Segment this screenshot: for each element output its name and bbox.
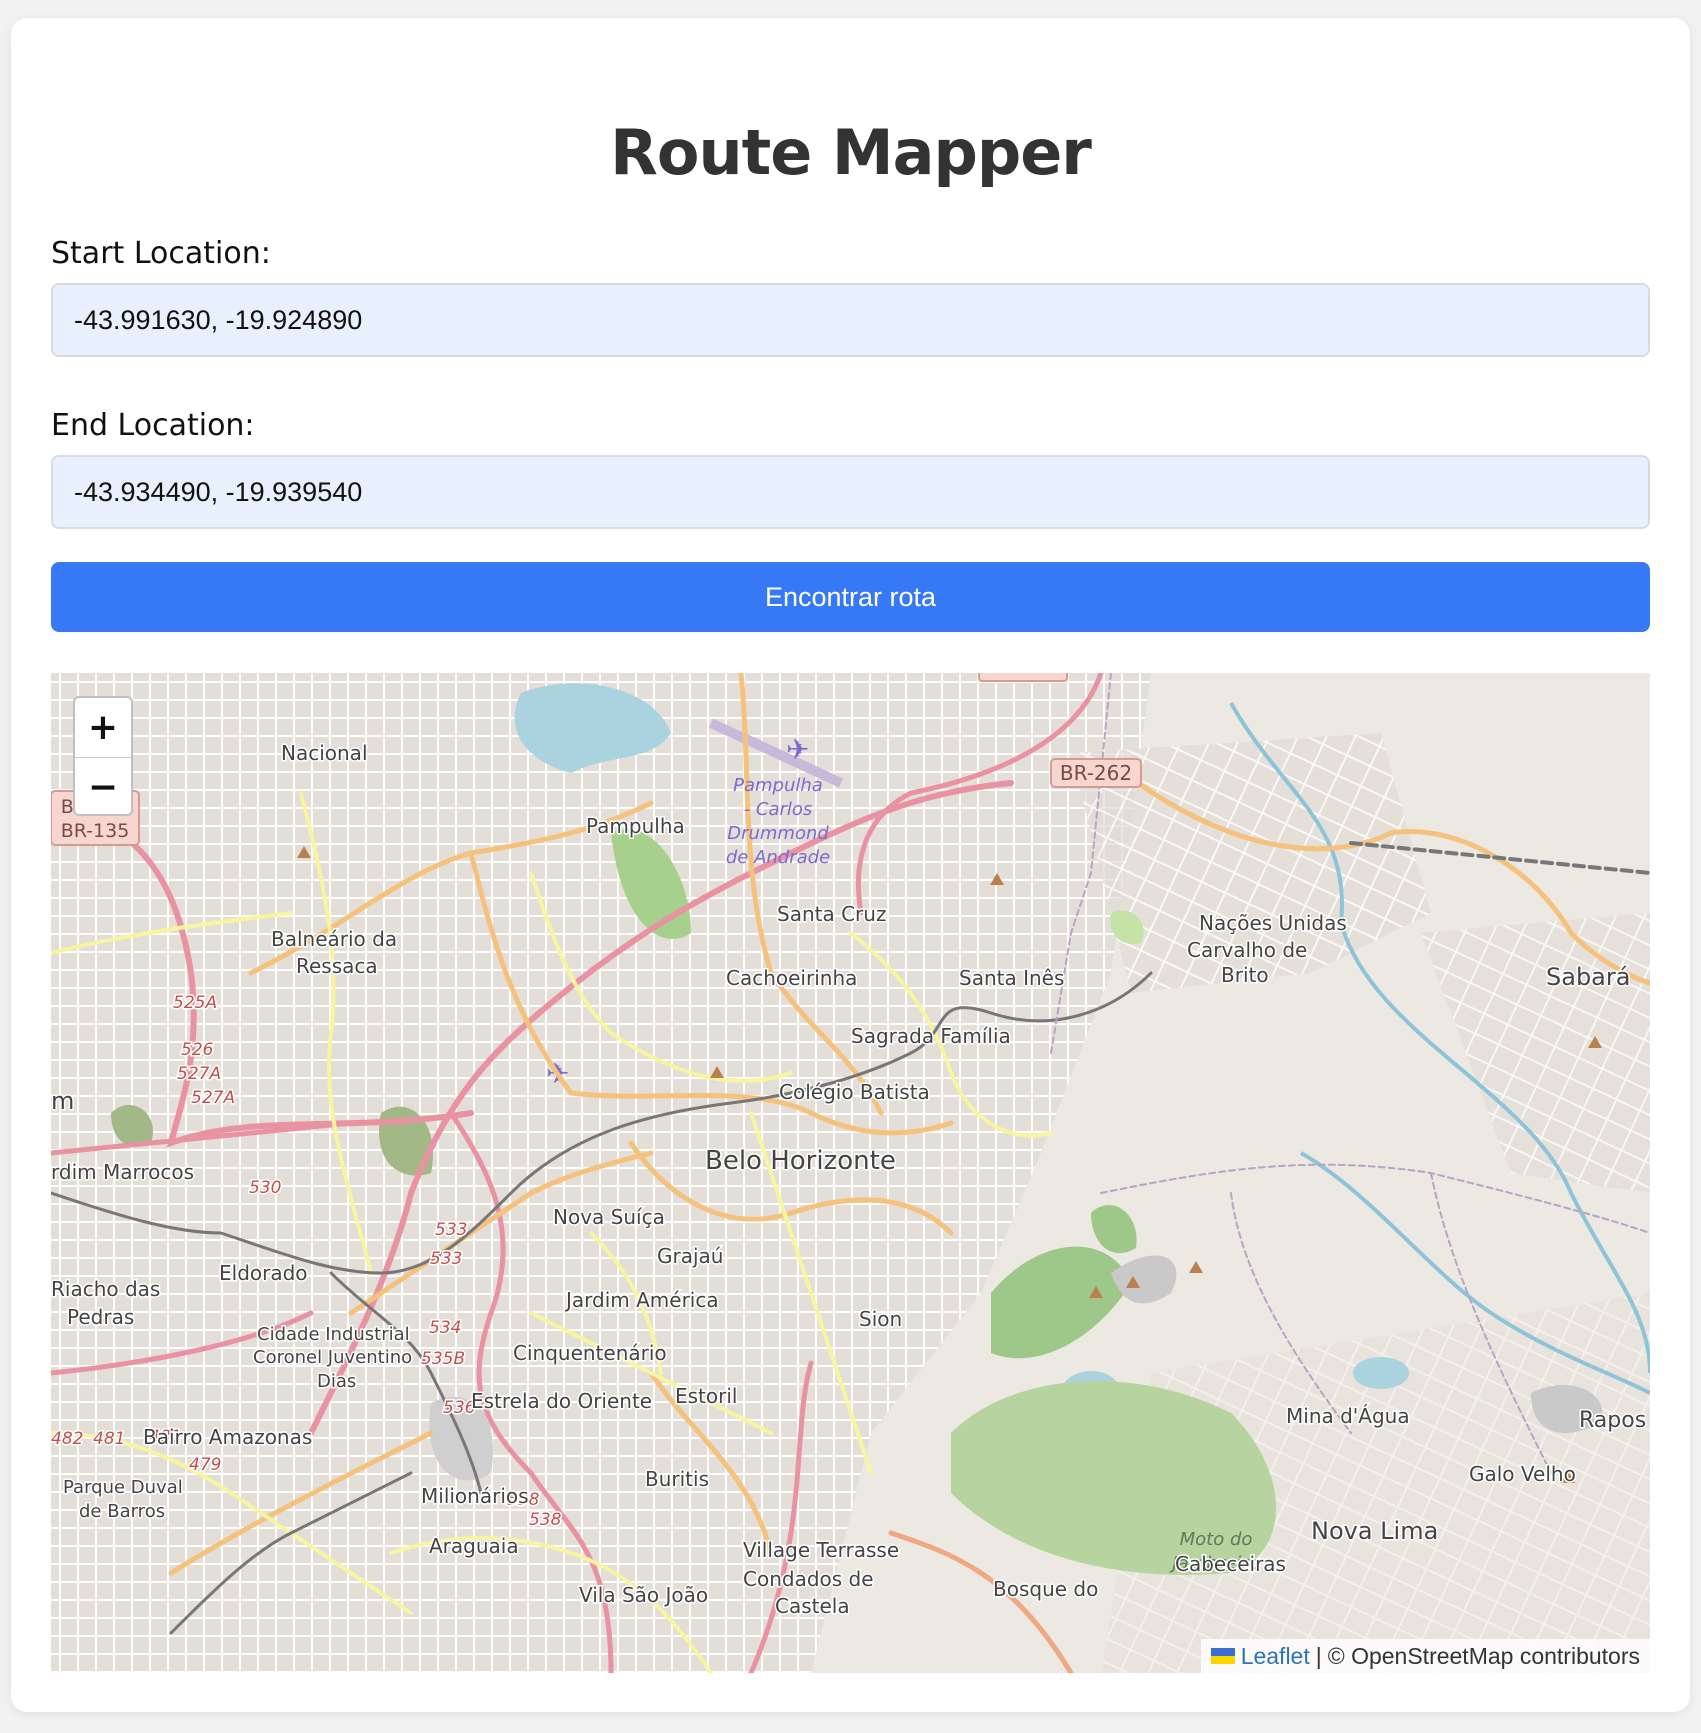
find-route-button[interactable]: Encontrar rota [51, 562, 1650, 632]
route-mapper-card: Route Mapper Start Location: End Locatio… [11, 18, 1690, 1712]
place-cidade-3: Dias [317, 1371, 356, 1392]
place-m: m [51, 1087, 74, 1115]
place-belo-horizonte: Belo Horizonte [705, 1146, 896, 1176]
route-533-b: 533 [430, 1249, 462, 1269]
place-parque-duval-2: de Barros [79, 1501, 165, 1522]
route-525a: 525A [173, 993, 217, 1013]
place-balneario-1: Balneário da [271, 927, 397, 951]
route-527a-1: 527A [177, 1064, 221, 1084]
zoom-control: + − [73, 696, 133, 816]
place-grajau: Grajaú [657, 1244, 723, 1268]
airport-label-1: Pampulha [733, 775, 823, 796]
route-481-a: 481 [93, 1429, 125, 1449]
place-village-terrasse: Village Terrasse [743, 1538, 899, 1562]
zoom-out-button[interactable]: − [75, 758, 131, 814]
place-araguaia: Araguaia [429, 1534, 519, 1558]
place-riacho-1: Riacho das [51, 1277, 160, 1301]
shield-br262: BR-262 [1060, 761, 1132, 785]
place-estrela-do-oriente: Estrela do Oriente [471, 1389, 652, 1413]
place-santa-ines: Santa Inês [959, 966, 1064, 990]
route-533-a: 533 [435, 1220, 467, 1240]
place-parque-duval-1: Parque Duval [63, 1477, 183, 1498]
place-cinquentenario: Cinquentenário [513, 1341, 667, 1365]
route-530: 530 [249, 1178, 281, 1198]
attribution-separator: | [1315, 1642, 1322, 1669]
place-nacional: Nacional [281, 741, 368, 765]
place-sion: Sion [859, 1307, 902, 1331]
place-balneario-2: Ressaca [296, 954, 378, 978]
place-galo-velho: Galo Velho [1469, 1462, 1576, 1486]
place-condados-1: Condados de [743, 1567, 874, 1591]
zoom-in-button[interactable]: + [75, 698, 131, 758]
osm-attribution: © OpenStreetMap contributors [1327, 1642, 1640, 1669]
end-location-input[interactable] [51, 455, 1650, 529]
place-mina-dagua: Mina d'Água [1286, 1404, 1410, 1428]
place-sagrada-familia: Sagrada Família [851, 1024, 1011, 1048]
place-jardim-america: Jardim América [564, 1288, 719, 1312]
route-535b: 535B [421, 1349, 465, 1369]
map-attribution: Leaflet | © OpenStreetMap contributors [1200, 1639, 1650, 1673]
start-location-label: Start Location: [51, 236, 271, 271]
route-479: 479 [189, 1455, 221, 1475]
place-colegio-batista: Colégio Batista [779, 1080, 930, 1104]
place-nova-suica: Nova Suíça [553, 1205, 665, 1229]
place-carvalho-1: Carvalho de [1187, 938, 1307, 962]
place-estoril: Estoril [675, 1384, 737, 1408]
airport-label-2: - Carlos [744, 799, 813, 820]
place-nova-lima: Nova Lima [1311, 1517, 1438, 1545]
place-sabara: Sabará [1546, 963, 1630, 991]
place-riacho-2: Pedras [67, 1305, 134, 1329]
start-location-input[interactable] [51, 283, 1650, 357]
place-jardim-marrocos: rdim Marrocos [51, 1160, 194, 1184]
place-condados-2: Castela [775, 1594, 850, 1618]
shield-br135: BR-135 [61, 820, 130, 842]
route-526: 526 [181, 1040, 214, 1060]
airport-label-3: Drummond [727, 823, 829, 844]
end-location-label: End Location: [51, 408, 255, 443]
route-534: 534 [429, 1318, 461, 1338]
place-milionarios: Milionários [421, 1484, 529, 1508]
place-pampulha: Pampulha [586, 814, 685, 838]
map-tiles: ✈ ✈ BR-262 BR-135 525A 526 527A 527A 530… [51, 673, 1650, 1673]
route-527a-2: 527A [191, 1088, 235, 1108]
place-cachoeirinha: Cachoeirinha [726, 966, 857, 990]
place-bairro-amazonas: Bairro Amazonas [143, 1425, 312, 1449]
place-carvalho-2: Brito [1221, 963, 1269, 987]
airport-label-4: de Andrade [726, 847, 830, 868]
place-raposos: Rapos [1579, 1408, 1646, 1433]
map-view[interactable]: ✈ ✈ BR-262 BR-135 525A 526 527A 527A 530… [51, 673, 1650, 1673]
place-cidade-1: Cidade Industrial [257, 1324, 410, 1345]
moto-label-1: Moto do [1180, 1529, 1253, 1550]
place-bosque-do: Bosque do [993, 1577, 1098, 1601]
ukraine-flag-icon [1210, 1648, 1235, 1664]
place-vila-sao-joao: Vila São João [579, 1583, 708, 1607]
page-title: Route Mapper [610, 116, 1092, 189]
place-eldorado: Eldorado [219, 1261, 308, 1285]
route-482: 482 [51, 1429, 83, 1449]
place-nacoes-unidas: Nações Unidas [1199, 911, 1347, 935]
place-cidade-2: Coronel Juventino [253, 1347, 412, 1368]
leaflet-link[interactable]: Leaflet [1241, 1643, 1310, 1670]
route-538-b: 538 [529, 1510, 562, 1530]
svg-text:✈: ✈ [786, 733, 809, 766]
place-santa-cruz: Santa Cruz [777, 902, 886, 926]
place-cabeceiras: Cabeceiras [1175, 1552, 1286, 1576]
place-buritis: Buritis [645, 1467, 709, 1491]
